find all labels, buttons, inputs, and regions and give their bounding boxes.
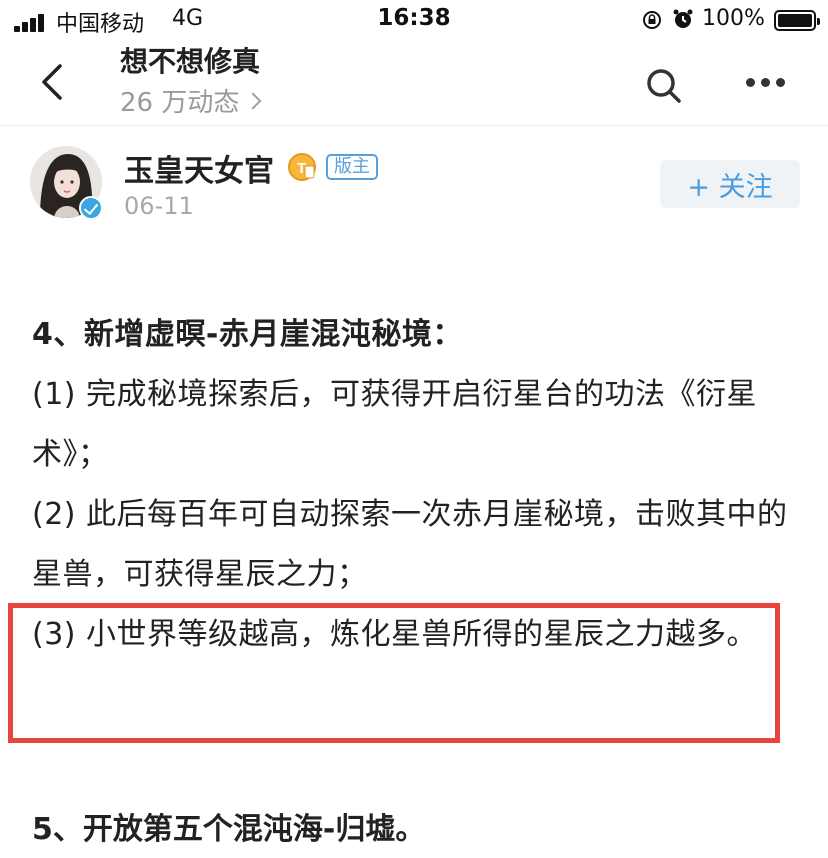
- status-bar: 中国移动 4G 16:38 100%: [0, 0, 828, 40]
- list-item-1: (1) 完成秘境探索后，可获得开启衍星台的功法《衍星术》；: [32, 377, 758, 472]
- post-date: 06-11: [124, 192, 194, 220]
- battery-icon: [774, 10, 820, 31]
- rotation-lock-icon: [643, 11, 661, 29]
- moderator-badge: 版主: [326, 154, 378, 180]
- list-item-2: (2) 此后每百年可自动探索一次赤月崖秘境，击败其中的星兽，可获得星辰之力；: [32, 497, 788, 592]
- battery-percent: 100%: [702, 6, 765, 31]
- back-arrow-icon[interactable]: [34, 62, 70, 102]
- level-badge-icon: T: [288, 153, 316, 181]
- search-icon[interactable]: [644, 66, 684, 106]
- follow-button[interactable]: + 关注: [660, 160, 800, 208]
- section-heading-4: 4、新增虚暝-赤月崖混沌秘境：: [32, 317, 463, 352]
- more-options-icon[interactable]: [746, 78, 786, 90]
- section-heading-5: 5、开放第五个混沌海-归墟。: [32, 812, 426, 847]
- forum-name[interactable]: 想不想修真: [120, 40, 260, 80]
- chevron-right-icon: [244, 92, 262, 109]
- follow-label: + 关注: [687, 171, 773, 203]
- forum-activity-link[interactable]: 26 万动态: [120, 82, 262, 119]
- highlight-annotation-box: [8, 603, 780, 743]
- alarm-icon: [673, 9, 693, 28]
- author-name[interactable]: 玉皇天女官: [124, 146, 274, 190]
- author-row: 玉皇天女官 T 版主 06-11 + 关注: [0, 140, 828, 240]
- activity-count: 26 万动态: [120, 88, 240, 118]
- forum-header: 想不想修真 26 万动态: [0, 40, 828, 126]
- verified-icon: [79, 196, 103, 220]
